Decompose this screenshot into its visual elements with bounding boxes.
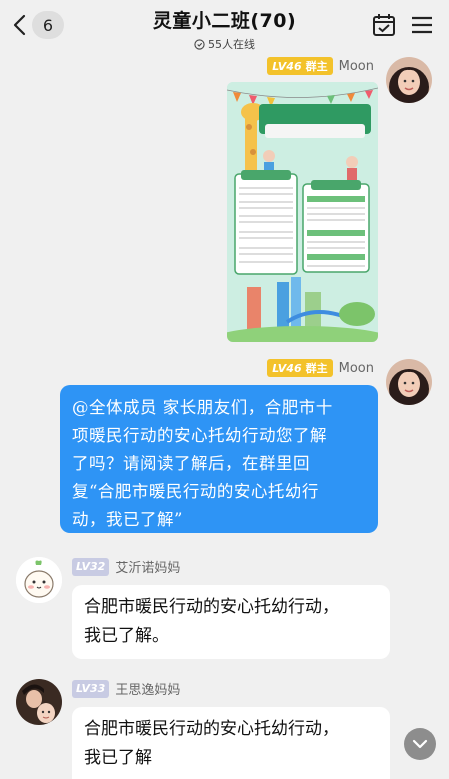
back-button[interactable]: 6: [12, 8, 72, 42]
hamburger-menu-icon[interactable]: [409, 13, 435, 37]
scroll-to-bottom-button[interactable]: [404, 728, 436, 760]
sender-info: LV46 群主 Moon: [267, 57, 374, 75]
chat-header: 6 灵童小二班(70) 55人在线: [0, 0, 449, 52]
avatar[interactable]: [16, 679, 62, 725]
sender-name: 王思逸妈妈: [115, 683, 181, 698]
calendar-check-icon[interactable]: [371, 12, 397, 38]
title-area[interactable]: 灵童小二班(70) 55人在线: [100, 6, 349, 52]
group-title: 灵童小二班(70): [152, 10, 297, 32]
message-line: 复“合肥市暖民行动的安心托幼行: [72, 482, 319, 501]
avatar-photo: [16, 557, 62, 603]
sender-info: LV33 王思逸妈妈: [72, 679, 180, 698]
sender-info: LV46 群主 Moon: [267, 359, 374, 377]
role-text: 群主: [305, 362, 328, 375]
poster-image[interactable]: [227, 82, 378, 342]
avatar[interactable]: [386, 57, 432, 103]
unread-count-badge: 6: [32, 11, 64, 39]
avatar-photo: [386, 359, 432, 405]
chevron-left-icon: [13, 14, 26, 36]
sender-name: Moon: [338, 360, 374, 376]
message-bubble-self[interactable]: @全体成员 家长朋友们，合肥市十 项暖民行动的安心托幼行动您了解 了吗？请阅读了…: [60, 385, 378, 533]
avatar[interactable]: [386, 359, 432, 405]
avatar-photo: [16, 679, 62, 725]
message-line: @全体成员 家长朋友们，合肥市十: [72, 398, 333, 417]
message-line: 动，我已了解”: [72, 510, 183, 529]
poster-graphic: [227, 82, 378, 342]
sender-name: Moon: [338, 58, 374, 74]
message-line: 合肥市暖民行动的安心托幼行动，: [84, 597, 339, 617]
online-status: 55人在线: [100, 36, 349, 52]
level-badge: LV32: [72, 557, 110, 576]
online-count-text: 55人在线: [208, 38, 255, 51]
message-bubble[interactable]: 合肥市暖民行动的安心托幼行动， 我已了解。: [72, 585, 390, 659]
role-text: 群主: [305, 60, 328, 73]
avatar[interactable]: [16, 557, 62, 603]
message-line: 我已了解。: [84, 626, 169, 646]
message-line: 了吗？请阅读了解后，在群里回: [72, 454, 310, 473]
sender-info: LV32 艾沂诺妈妈: [72, 557, 180, 576]
clock-icon: [194, 38, 205, 50]
level-badge: LV46 群主: [267, 57, 333, 75]
avatar-photo: [386, 57, 432, 103]
level-badge: LV33: [72, 679, 110, 698]
chevron-down-icon: [412, 739, 428, 749]
level-text: LV46: [272, 361, 302, 375]
message-bubble[interactable]: 合肥市暖民行动的安心托幼行动， 我已了解: [72, 707, 390, 779]
sender-name: 艾沂诺妈妈: [115, 561, 181, 576]
message-line: 合肥市暖民行动的安心托幼行动，: [84, 719, 339, 739]
level-text: LV46: [272, 59, 302, 73]
level-badge: LV46 群主: [267, 359, 333, 377]
message-line: 项暖民行动的安心托幼行动您了解: [72, 426, 327, 445]
message-line: 我已了解: [84, 748, 152, 768]
